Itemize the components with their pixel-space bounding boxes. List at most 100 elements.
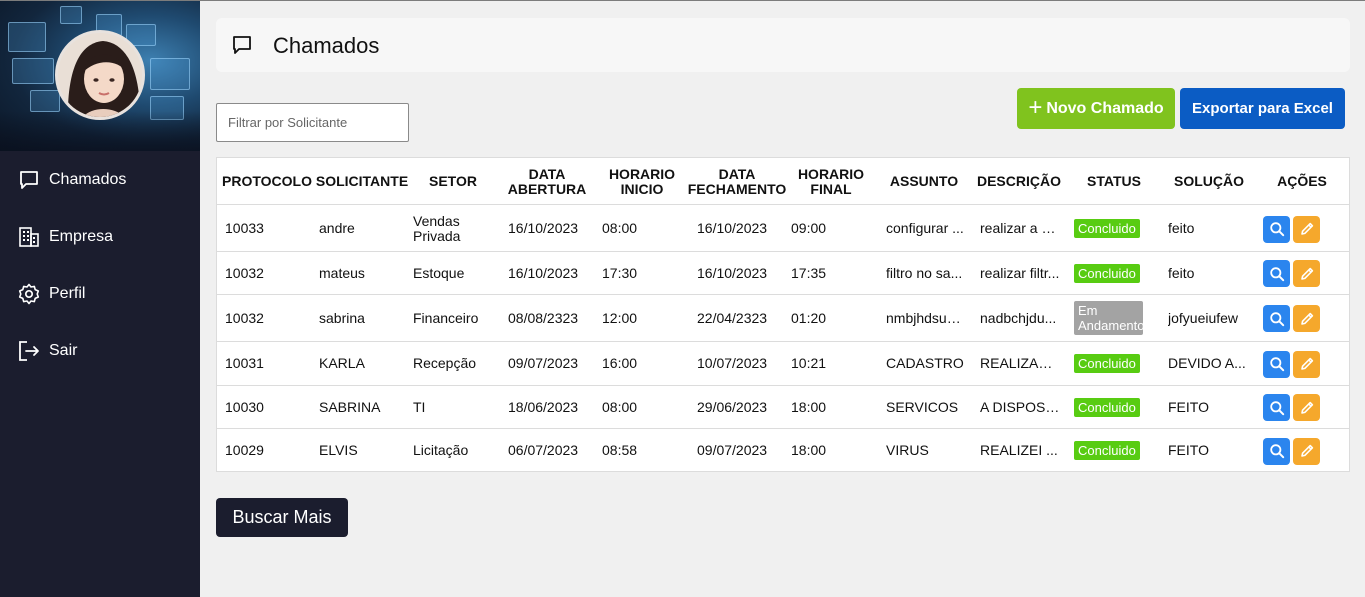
search-icon [1269,311,1284,326]
col-solicitante[interactable]: SOLICITANTE [316,158,408,205]
avatar[interactable] [55,30,145,120]
cell-text: FEITO [1168,399,1209,415]
cell-text: DEVIDO A... [1168,356,1246,371]
view-ticket-button[interactable] [1263,215,1290,243]
status-badge: Concluido [1074,354,1140,373]
pencil-icon [1300,222,1313,235]
cell-status: Concluido [1074,429,1154,472]
cell-horario-final: 10:21 [791,355,827,371]
cell-status: Concluido [1074,386,1154,428]
cell-solicitante: SABRINA [319,398,381,415]
sidebar-item-label: Empresa [49,228,114,245]
cell-data-abertura: 08/08/2323 [508,309,579,326]
cell-setor: Licitação [413,442,469,458]
cell-text: feito [1168,221,1195,236]
chat-icon [20,171,38,189]
cell-solicitante: mateus [319,264,365,281]
cell-solicitante: KARLA [319,355,365,371]
load-more-button[interactable]: Buscar Mais [216,498,348,537]
search-icon [1269,357,1284,372]
cell-data-fechamento: 29/06/2023 [697,398,768,415]
pencil-icon [1300,444,1313,457]
cell-text: nmbjhdsutfdq [886,310,964,326]
sidebar-item-label: Chamados [49,171,127,188]
cell-horario-inicio: 17:30 [602,264,638,281]
cell-status: Concluido [1074,342,1154,385]
cell-solucao: jofyueiufew [1168,295,1246,341]
table-row: 10031 KARLA Recepção 09/07/2023 16:00 10/07/2… [217,342,1349,386]
logout-icon [19,341,39,361]
cell-protocolo: 10031 [225,355,264,371]
col-data-abertura[interactable]: DATA ABERTURA [503,158,591,205]
col-descricao[interactable]: DESCRIÇÃO [975,158,1063,205]
sidebar: Chamados Empresa Perfil Sair [0,0,200,597]
status-badge: Em Andamento [1074,301,1145,335]
edit-ticket-button[interactable] [1293,305,1320,332]
col-status[interactable]: STATUS [1071,158,1157,205]
sidebar-item-perfil[interactable]: Perfil [0,274,200,314]
edit-ticket-button[interactable] [1293,350,1320,378]
new-ticket-button[interactable]: + Novo Chamado [1017,88,1175,129]
pencil-icon [1300,357,1313,370]
cell-assunto: SERVICOS [886,386,964,428]
sidebar-item-label: Perfil [49,285,86,302]
sidebar-item-empresa[interactable]: Empresa [0,217,200,257]
cell-setor: Financeiro [413,309,479,326]
cell-text: A DISPOSI... [980,399,1060,415]
cell-assunto: nmbjhdsutfdq [886,295,964,341]
col-protocolo[interactable]: PROTOCOLO [222,158,312,205]
cell-text: feito [1168,265,1195,281]
cell-descricao: A DISPOSI... [980,386,1060,428]
col-data-fechamento[interactable]: DATA FECHAMENTO [688,158,787,205]
col-solucao[interactable]: SOLUÇÃO [1167,158,1251,205]
edit-ticket-button[interactable] [1293,260,1320,287]
view-ticket-button[interactable] [1263,437,1290,465]
search-icon [1269,222,1284,237]
cell-horario-inicio: 08:58 [602,442,638,458]
cell-data-abertura: 09/07/2023 [508,355,579,371]
edit-ticket-button[interactable] [1293,215,1320,243]
status-badge: Concluido [1074,397,1140,417]
view-ticket-button[interactable] [1263,350,1290,378]
export-excel-button[interactable]: Exportar para Excel [1180,88,1345,129]
tickets-table: PROTOCOLO SOLICITANTE SETOR DATA ABERTUR… [216,157,1350,472]
cell-protocolo: 10032 [225,309,264,326]
sidebar-item-chamados[interactable]: Chamados [0,160,200,200]
col-setor[interactable]: SETOR [413,158,493,205]
search-icon [1269,266,1284,281]
status-badge: Concluido [1074,219,1140,238]
search-icon [1269,444,1284,459]
cell-setor: Estoque [413,264,465,281]
cell-text: FEITO [1168,443,1209,458]
filter-solicitante-input[interactable] [216,103,409,142]
edit-ticket-button[interactable] [1293,437,1320,465]
cell-horario-final: 09:00 [791,220,827,236]
cell-descricao: realizar filtr... [980,252,1060,294]
view-ticket-button[interactable] [1263,394,1290,421]
cell-protocolo: 10029 [225,442,264,458]
status-badge: Concluido [1074,441,1140,460]
sidebar-item-sair[interactable]: Sair [0,331,200,371]
cell-data-fechamento: 09/07/2023 [697,442,768,458]
cell-solucao: FEITO [1168,429,1246,472]
cell-setor: TI [413,398,426,415]
view-ticket-button[interactable] [1263,305,1290,332]
cell-solucao: feito [1168,252,1246,294]
cell-text: filtro no sa... [886,265,963,281]
cell-text: nadbchjdu... [980,310,1057,326]
col-horario-inicio[interactable]: HORARIO INICIO [601,158,683,205]
cell-text: SERVICOS [886,399,959,415]
pencil-icon [1300,401,1313,414]
cell-solucao: feito [1168,206,1246,251]
edit-ticket-button[interactable] [1293,394,1320,421]
cell-assunto: VIRUS [886,429,964,472]
cell-assunto: configurar ... [886,206,964,251]
cell-data-abertura: 18/06/2023 [508,398,579,415]
cell-data-fechamento: 16/10/2023 [697,220,768,236]
cell-data-fechamento: 16/10/2023 [697,264,768,281]
col-assunto[interactable]: ASSUNTO [881,158,967,205]
view-ticket-button[interactable] [1263,260,1290,287]
col-horario-final[interactable]: HORARIO FINAL [791,158,871,205]
cell-setor: Recepção [413,355,477,371]
cell-text: realizar a c... [980,221,1060,236]
